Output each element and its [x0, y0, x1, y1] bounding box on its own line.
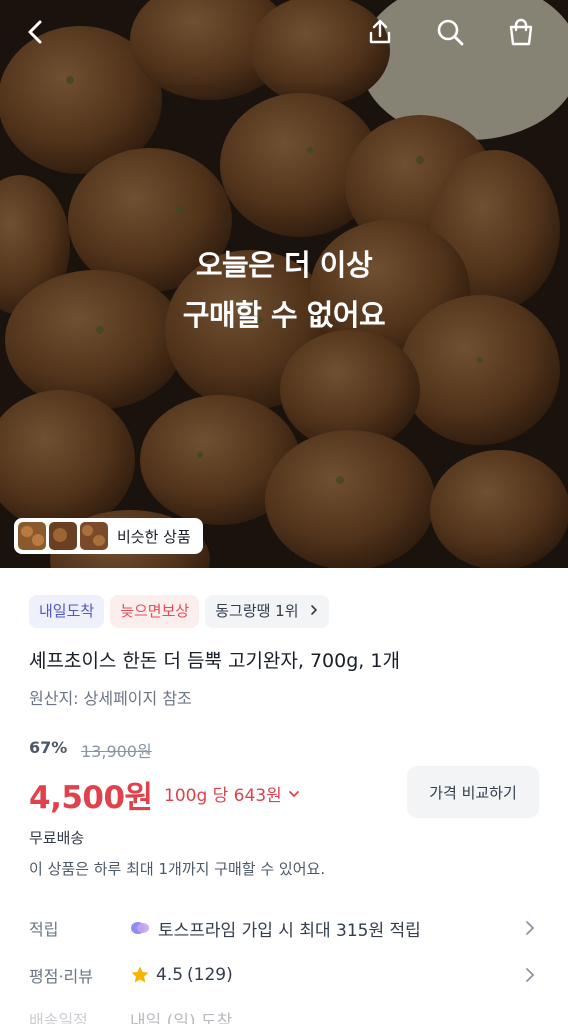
- back-button[interactable]: [18, 14, 54, 50]
- chevron-left-icon: [28, 20, 42, 44]
- unit-price-toggle[interactable]: 100g 당 643원: [164, 781, 300, 806]
- product-origin: 원산지: 상세페이지 참조: [29, 689, 192, 708]
- badge-late-compensation: 늦으면보상: [110, 595, 200, 628]
- product-hero-image: 오늘은 더 이상 구매할 수 없어요 비슷한 상품: [0, 0, 568, 568]
- points-value: 토스프라임 가입 시 최대 315원 적립: [158, 920, 421, 941]
- badge-ranking[interactable]: 동그랑땡 1위: [205, 595, 330, 628]
- delivery-label: 배송일정: [29, 1011, 88, 1024]
- toss-prime-icon: [131, 922, 149, 934]
- search-button[interactable]: [432, 14, 468, 50]
- soldout-line-1: 오늘은 더 이상: [195, 248, 373, 282]
- share-icon: [369, 19, 391, 44]
- search-icon: [437, 19, 464, 46]
- points-row[interactable]: 적립 토스프라임 가입 시 최대 315원 적립: [29, 913, 539, 943]
- similar-products-button[interactable]: 비슷한 상품: [14, 518, 203, 554]
- chevron-right-icon: [311, 605, 318, 615]
- cart-button[interactable]: [503, 14, 539, 50]
- badge-tomorrow-delivery: 내일도착: [29, 595, 105, 628]
- badge-list: 내일도착 늦으면보상 동그랑땡 1위: [29, 595, 330, 628]
- discount-rate: 67%: [29, 738, 68, 757]
- unit-price-text: 100g 당 643원: [164, 786, 282, 806]
- delivery-value: 내일 (일) 도착: [130, 1011, 233, 1024]
- chevron-down-icon: [288, 790, 299, 797]
- delivery-schedule-row[interactable]: 배송일정 내일 (일) 도착: [29, 1004, 539, 1024]
- chevron-right-icon: [526, 968, 535, 982]
- rating-label: 평점·리뷰: [29, 967, 93, 986]
- star-icon: [131, 966, 149, 983]
- similar-thumb-2: [49, 522, 77, 550]
- shopping-bag-icon: [509, 18, 533, 46]
- similar-products-label: 비슷한 상품: [117, 527, 191, 546]
- sale-price: 4,500원: [29, 780, 153, 816]
- product-title: 셰프초이스 한돈 더 듬뿍 고기완자, 700g, 1개: [29, 650, 400, 672]
- compare-price-button[interactable]: 가격 비교하기: [407, 766, 539, 818]
- soldout-overlay-text: 오늘은 더 이상 구매할 수 없어요: [0, 240, 568, 340]
- badge-ranking-label: 동그랑땡 1위: [215, 602, 299, 620]
- rating-review-row[interactable]: 평점·리뷰 4.5 (129): [29, 960, 539, 990]
- top-navigation-bar: [0, 0, 568, 66]
- similar-thumb-3: [80, 522, 108, 550]
- original-price: 13,900원: [81, 742, 152, 761]
- similar-thumb-1: [18, 522, 46, 550]
- purchase-limit-notice: 이 상품은 하루 최대 1개까지 구매할 수 있어요.: [29, 860, 326, 878]
- review-count: (129): [187, 965, 233, 985]
- soldout-line-2: 구매할 수 없어요: [182, 298, 386, 332]
- share-button[interactable]: [362, 14, 398, 50]
- shipping-info: 무료배송: [29, 829, 85, 847]
- chevron-right-icon: [526, 921, 535, 935]
- rating-value: 4.5: [156, 965, 184, 985]
- points-label: 적립: [29, 920, 59, 939]
